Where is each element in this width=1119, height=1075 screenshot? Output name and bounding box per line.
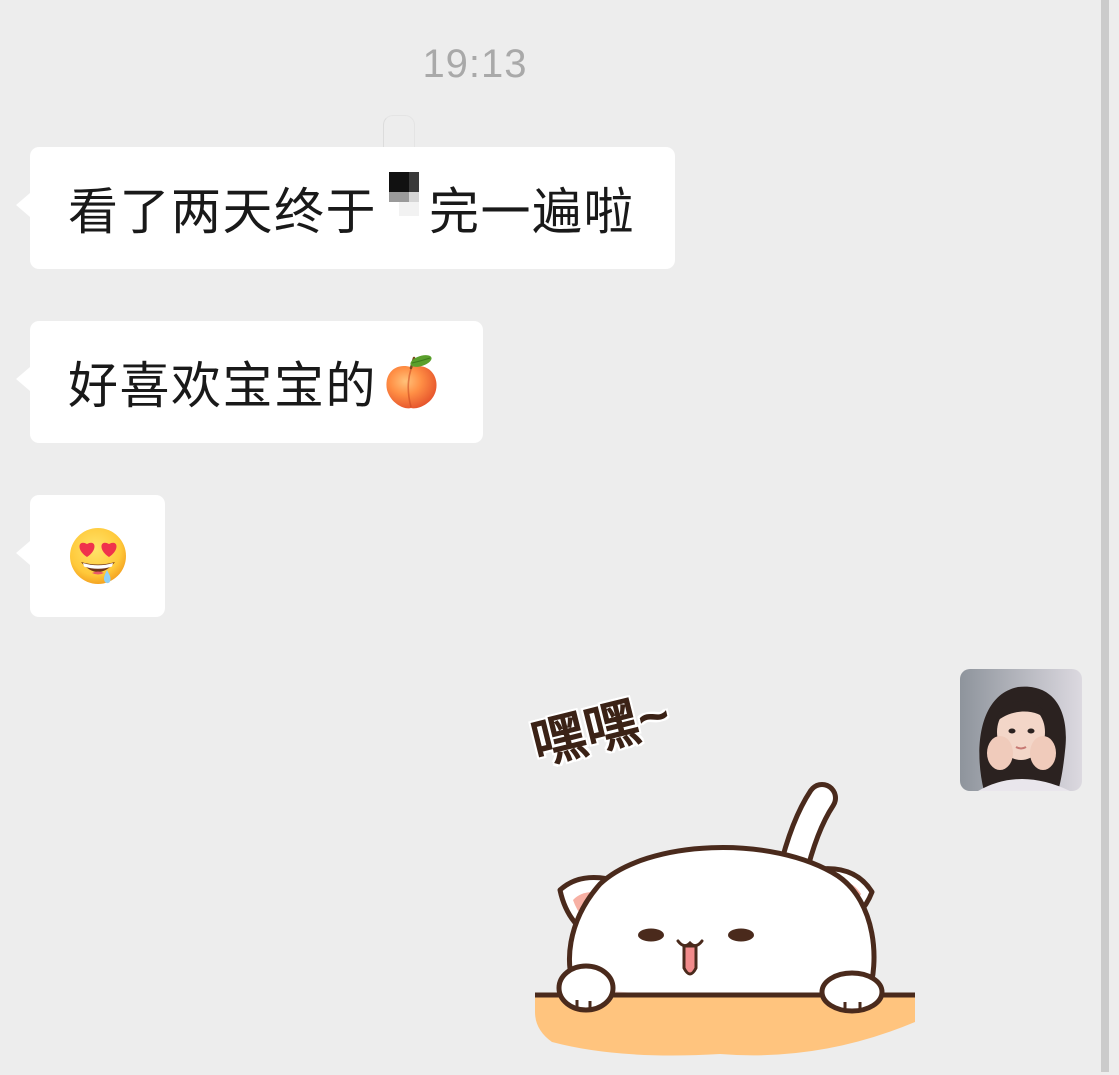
message-text: 好喜欢宝宝的 xyxy=(68,358,377,414)
scrollbar-track[interactable] xyxy=(1101,0,1109,1072)
mosaic-redaction-icon xyxy=(377,164,429,238)
message-text-part: 完一遍啦 xyxy=(429,184,635,240)
heart-eyes-drooling-face-icon xyxy=(70,528,126,584)
user-avatar-photo-icon xyxy=(960,669,1082,791)
received-message-bubble[interactable]: 看了两天终于 完一遍啦 xyxy=(16,147,675,269)
message-timestamp: 19:13 xyxy=(422,42,528,86)
mosaic-redaction-edge xyxy=(383,115,415,150)
received-message-bubble[interactable]: 好喜欢宝宝的 xyxy=(16,321,483,443)
peach-emoji-icon xyxy=(386,355,437,409)
sender-avatar[interactable] xyxy=(960,669,1082,791)
received-message-bubble[interactable] xyxy=(16,495,165,617)
message-text-part: 看了两天终于 xyxy=(68,184,377,240)
cat-sticker[interactable]: 嘿嘿~ xyxy=(520,670,930,1070)
